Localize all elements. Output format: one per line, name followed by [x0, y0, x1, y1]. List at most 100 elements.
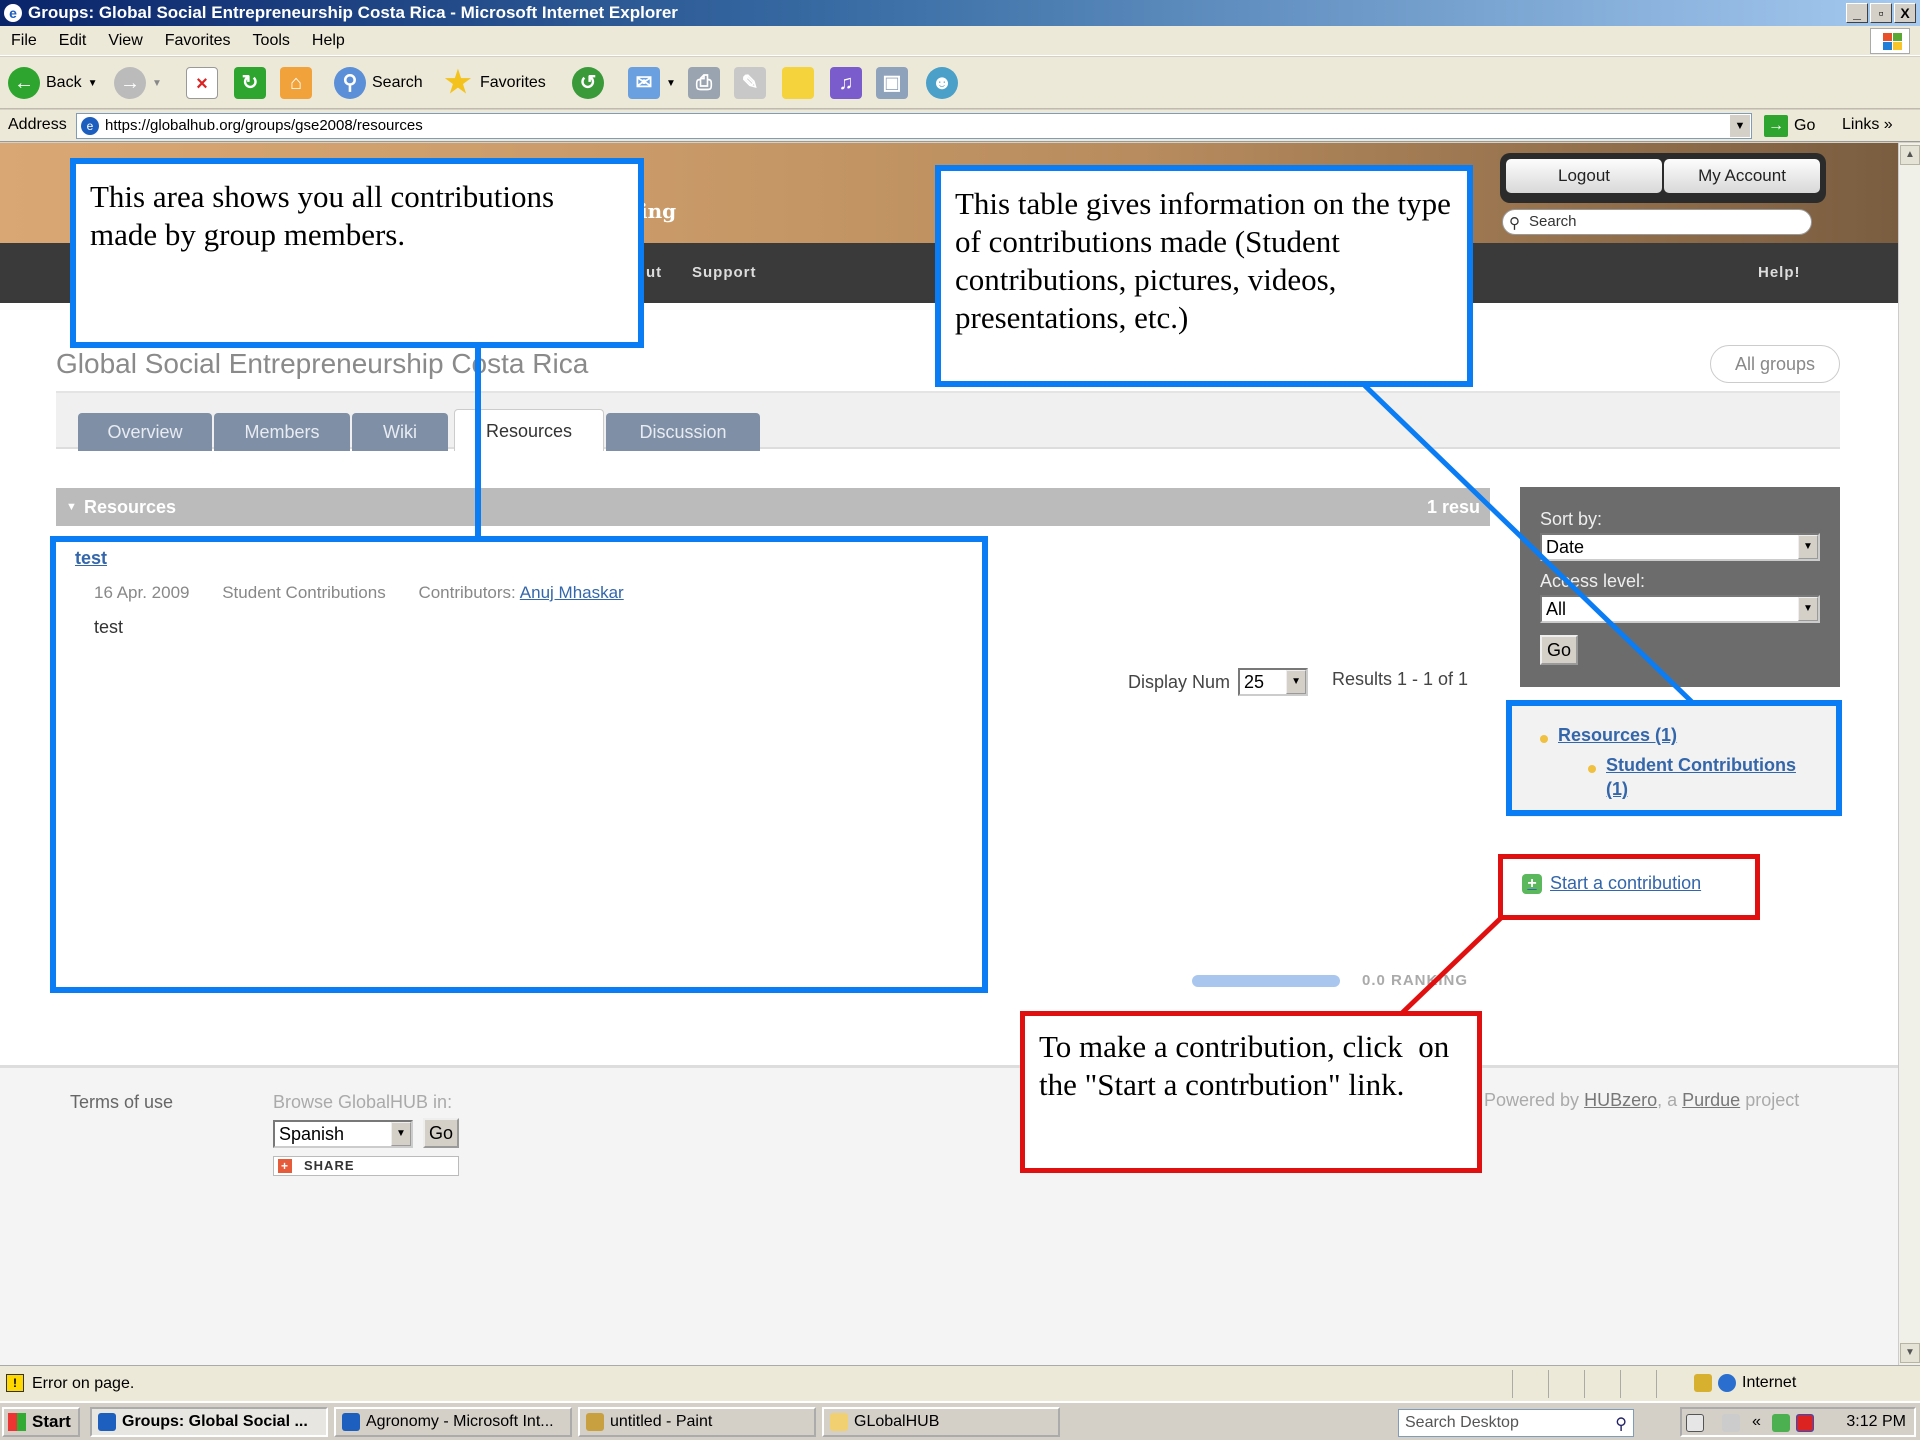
- research-button[interactable]: ▣: [876, 65, 908, 101]
- resources-section-header[interactable]: ▼ Resources 1 resu: [56, 488, 1490, 526]
- resources-count: 1 resu: [1426, 497, 1480, 517]
- forward-arrow-icon: →: [114, 67, 146, 99]
- all-groups-button[interactable]: All groups: [1710, 345, 1840, 383]
- site-search-input[interactable]: ⚲ Search: [1502, 209, 1812, 235]
- status-divider: [1512, 1370, 1513, 1398]
- home-icon: ⌂: [280, 67, 312, 99]
- window-title: Groups: Global Social Entrepreneurship C…: [28, 3, 678, 22]
- window-titlebar: e Groups: Global Social Entrepreneurship…: [0, 0, 1920, 26]
- desktop-search-input[interactable]: Search Desktop ⚲: [1398, 1409, 1634, 1437]
- paint-icon: [586, 1413, 604, 1431]
- antivirus-icon[interactable]: [1796, 1414, 1814, 1432]
- back-dropdown-icon[interactable]: ▼: [88, 78, 98, 89]
- purdue-link[interactable]: Purdue: [1682, 1090, 1740, 1110]
- warning-icon[interactable]: !: [6, 1374, 24, 1392]
- search-icon: ⚲: [334, 67, 366, 99]
- print-button[interactable]: ⎙: [688, 65, 720, 101]
- account-box: Logout My Account: [1500, 153, 1826, 203]
- filter-go-button[interactable]: Go: [1540, 635, 1578, 665]
- menu-favorites[interactable]: Favorites: [154, 26, 242, 56]
- links-button[interactable]: Links »: [1842, 116, 1893, 134]
- page-title: Global Social Entrepreneurship Costa Ric…: [56, 348, 589, 379]
- links-label: Links: [1842, 116, 1880, 133]
- ie-icon: [342, 1413, 360, 1431]
- lock-icon[interactable]: [1694, 1374, 1712, 1392]
- language-go-button[interactable]: Go: [423, 1118, 459, 1148]
- nav-item-help[interactable]: Help!: [1758, 264, 1801, 281]
- start-button[interactable]: Start: [2, 1407, 80, 1437]
- status-divider: [1548, 1370, 1549, 1398]
- forward-dropdown-icon[interactable]: ▼: [152, 78, 162, 89]
- clock: 3:12 PM: [1846, 1413, 1906, 1430]
- taskbar-item-paint[interactable]: untitled - Paint: [578, 1407, 816, 1437]
- back-button[interactable]: ← Back ▼: [8, 65, 97, 101]
- edit-button[interactable]: ✎: [734, 65, 766, 101]
- chevron-down-icon: ▼: [1798, 597, 1818, 621]
- terms-of-use-link[interactable]: Terms of use: [70, 1092, 173, 1113]
- system-tray: « 3:12 PM: [1680, 1407, 1916, 1437]
- restore-button[interactable]: ▫: [1870, 3, 1892, 23]
- people-icon: ☻: [926, 67, 958, 99]
- contacts-button[interactable]: ☻: [926, 65, 958, 101]
- my-account-button[interactable]: My Account: [1664, 159, 1820, 193]
- history-button[interactable]: ↺: [572, 65, 604, 101]
- scroll-down-icon[interactable]: ▼: [1900, 1343, 1920, 1363]
- results-summary: Results 1 - 1 of 1: [1332, 669, 1469, 689]
- tab-discussion[interactable]: Discussion: [606, 413, 760, 451]
- powered-mid: , a: [1657, 1090, 1678, 1110]
- tab-members[interactable]: Members: [214, 413, 350, 451]
- logout-button[interactable]: Logout: [1506, 159, 1662, 193]
- filter-panel: Sort by: Date ▼ Access level: All ▼ Go: [1520, 487, 1840, 687]
- tab-wiki[interactable]: Wiki: [352, 413, 448, 451]
- mail-button[interactable]: ✉ ▼: [628, 65, 676, 101]
- refresh-button[interactable]: ↻: [234, 65, 266, 101]
- messenger-button[interactable]: ♫: [830, 65, 862, 101]
- network-icon[interactable]: [1772, 1414, 1790, 1432]
- language-select[interactable]: Spanish ▼: [273, 1120, 413, 1148]
- windows-taskbar: Start Groups: Global Social ... Agronomy…: [0, 1401, 1920, 1440]
- taskbar-item-groups[interactable]: Groups: Global Social ...: [90, 1407, 328, 1437]
- display-num-control: Display Num 25 ▼: [1128, 668, 1309, 696]
- url-dropdown-icon[interactable]: ▼: [1730, 115, 1750, 137]
- nav-item-support[interactable]: Support: [692, 264, 757, 281]
- task-label: Groups: Global Social ...: [122, 1413, 308, 1430]
- menu-view[interactable]: View: [97, 26, 153, 56]
- tray-expand-icon[interactable]: [1722, 1414, 1740, 1432]
- discuss-button[interactable]: [782, 65, 814, 101]
- menu-edit[interactable]: Edit: [48, 26, 98, 56]
- help-icon[interactable]: [1686, 1414, 1704, 1432]
- taskbar-item-globalhub[interactable]: GLobalHUB: [822, 1407, 1060, 1437]
- scroll-up-icon[interactable]: ▲: [1900, 145, 1920, 165]
- start-contribution-highlight-frame: [1498, 854, 1760, 920]
- display-num-select[interactable]: 25 ▼: [1238, 668, 1309, 696]
- minimize-button[interactable]: _: [1846, 3, 1868, 23]
- callout-table-info: This table gives information on the type…: [935, 165, 1473, 387]
- close-button[interactable]: X: [1894, 3, 1916, 23]
- task-label: untitled - Paint: [610, 1413, 713, 1430]
- tab-resources[interactable]: Resources: [454, 409, 604, 451]
- hubzero-link[interactable]: HUBzero: [1584, 1090, 1657, 1110]
- menu-help[interactable]: Help: [301, 26, 356, 56]
- taskbar-item-agronomy[interactable]: Agronomy - Microsoft Int...: [334, 1407, 572, 1437]
- nav-item-partial[interactable]: ut: [646, 264, 662, 281]
- url-input[interactable]: e https://globalhub.org/groups/gse2008/r…: [76, 113, 1752, 139]
- stop-button[interactable]: ×: [186, 65, 218, 101]
- home-button[interactable]: ⌂: [280, 65, 312, 101]
- menu-file[interactable]: File: [0, 26, 48, 56]
- share-button[interactable]: + SHARE: [273, 1156, 459, 1176]
- access-level-select[interactable]: All ▼: [1540, 595, 1820, 623]
- mail-dropdown-icon[interactable]: ▼: [666, 78, 676, 89]
- print-icon: ⎙: [688, 67, 720, 99]
- forward-button[interactable]: → ▼: [114, 65, 162, 101]
- tray-chevron[interactable]: «: [1752, 1409, 1761, 1435]
- vertical-scrollbar[interactable]: ▲ ▼: [1898, 143, 1920, 1365]
- favorites-button[interactable]: ★ Favorites: [442, 65, 546, 101]
- sort-by-select[interactable]: Date ▼: [1540, 533, 1820, 561]
- status-divider: [1656, 1370, 1657, 1398]
- menu-tools[interactable]: Tools: [242, 26, 301, 56]
- menu-bar: File Edit View Favorites Tools Help: [0, 26, 1920, 56]
- tab-overview[interactable]: Overview: [78, 413, 212, 451]
- search-button[interactable]: ⚲ Search: [334, 65, 423, 101]
- search-icon[interactable]: ⚲: [1615, 1412, 1627, 1438]
- go-button[interactable]: → Go: [1764, 113, 1815, 139]
